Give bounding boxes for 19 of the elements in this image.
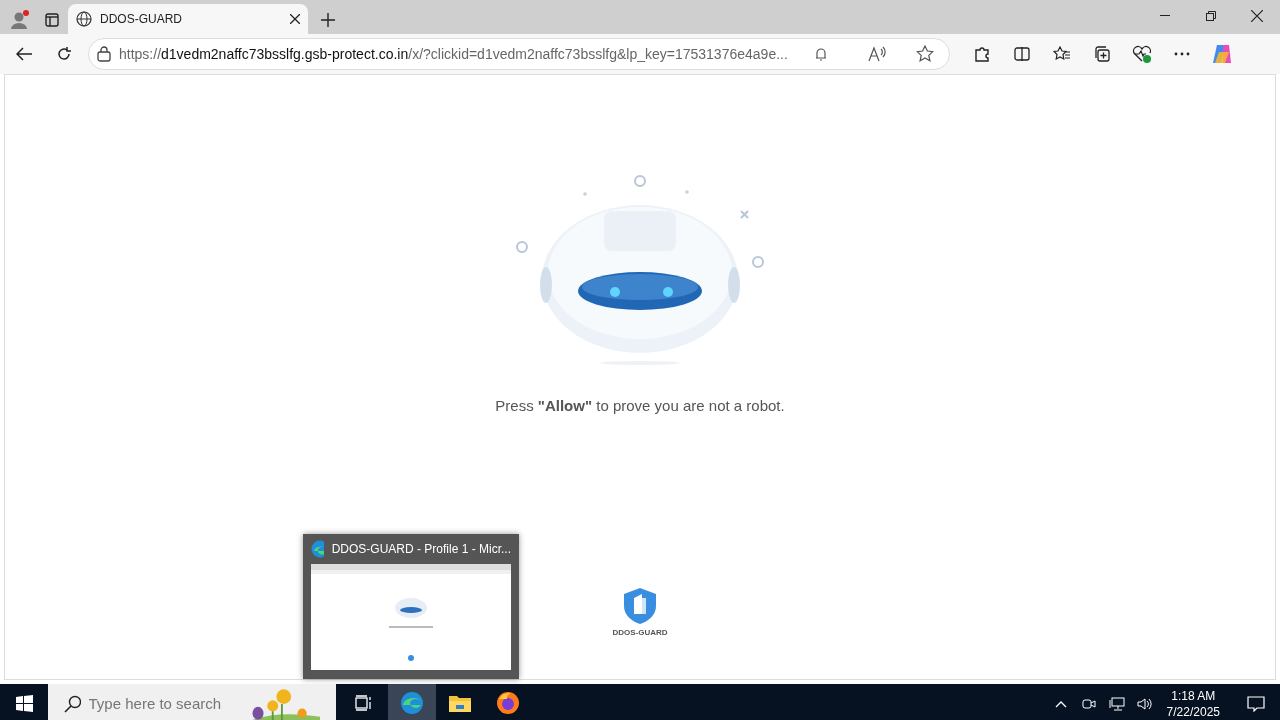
clock-date[interactable]: 7/22/2025 (1166, 704, 1220, 720)
preview-title: DDOS-GUARD - Profile 1 - Micr... (331, 541, 511, 558)
browser-tab[interactable]: DDOS-GUARD (68, 4, 308, 34)
globe-icon (76, 11, 92, 27)
taskbar-search-box[interactable]: Type here to search (48, 684, 336, 720)
clock-time[interactable]: 1:18 AM (1166, 687, 1220, 704)
window-preview[interactable]: DDOS-GUARD - Profile 1 - Micr... (303, 534, 519, 679)
tab-title: DDOS-GUARD (100, 11, 183, 28)
lock-icon[interactable] (97, 46, 111, 62)
tab-close-icon[interactable] (290, 14, 300, 24)
taskbar-search-field[interactable]: Type here to search (88, 692, 239, 716)
edge-icon[interactable] (388, 684, 436, 720)
prompt-text: Press "Allow" to prove you are not a robot. (495, 396, 785, 416)
address-bar[interactable]: https://d1vedm2naffc73bsslfg.gsb-protect.co.in/x/?clickid=d1vedm2naffc73bsslfg&lp_key=17531376e4a9e... (88, 38, 950, 70)
shield-logo-icon (624, 587, 656, 624)
url-text: https://d1vedm2naffc73bsslfg.gsb-protect.co.in/x/?clickid=d1vedm2naffc73bsslfg&lp_key=17531376e4a9e... (119, 44, 789, 64)
logo-text: DDOS-GUARD (612, 626, 668, 639)
edge-icon (311, 540, 324, 558)
search-icon (64, 695, 81, 713)
